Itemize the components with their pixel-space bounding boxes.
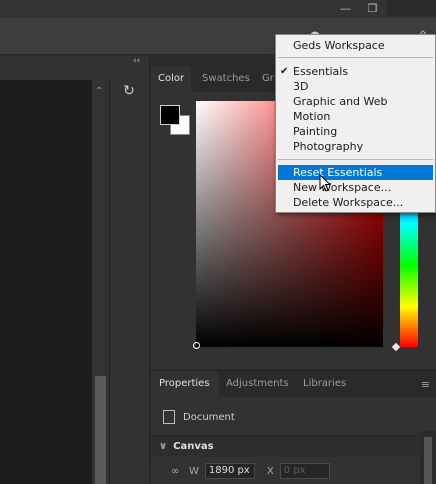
menu-item-new-workspace[interactable]: New Workspace... bbox=[276, 180, 435, 195]
x-field[interactable]: 0 px bbox=[279, 463, 330, 479]
menu-item-painting[interactable]: Painting bbox=[276, 124, 435, 139]
mouse-cursor-icon bbox=[319, 174, 332, 192]
document-label: Document bbox=[183, 411, 235, 423]
menu-item-graphic-and-web[interactable]: Graphic and Web bbox=[276, 94, 435, 109]
properties-scrollbar[interactable] bbox=[420, 431, 436, 484]
menu-item-3d[interactable]: 3D bbox=[276, 79, 435, 94]
properties-scrollbar-thumb[interactable] bbox=[424, 437, 432, 484]
color-picker-marker[interactable] bbox=[193, 342, 200, 349]
collapsed-panel-column bbox=[110, 56, 150, 484]
menu-item-delete-workspace[interactable]: Delete Workspace... bbox=[276, 195, 435, 210]
menu-separator bbox=[278, 159, 433, 160]
tab-adjustments[interactable]: Adjustments bbox=[218, 371, 297, 397]
menu-item-label: Essentials bbox=[293, 65, 349, 78]
canvas-vertical-scrollbar[interactable]: ⌃ bbox=[92, 80, 109, 484]
document-row: Document bbox=[163, 407, 235, 427]
properties-panel: Properties Adjustments Libraries ≡ Docum… bbox=[151, 370, 436, 484]
canvas-size-row: ∞ W 1890 px X 0 px bbox=[171, 463, 330, 479]
scroll-up-icon[interactable]: ⌃ bbox=[95, 86, 103, 97]
hue-slider-handle[interactable] bbox=[391, 342, 401, 352]
close-button-area[interactable] bbox=[387, 0, 436, 16]
document-canvas[interactable] bbox=[0, 80, 92, 484]
link-icon[interactable]: ∞ bbox=[171, 466, 183, 477]
tab-color[interactable]: Color bbox=[151, 66, 192, 92]
tab-properties[interactable]: Properties bbox=[151, 371, 218, 397]
menu-item-photography[interactable]: Photography bbox=[276, 139, 435, 154]
document-tab-bar bbox=[0, 56, 110, 80]
document-icon bbox=[163, 410, 175, 424]
tab-libraries[interactable]: Libraries bbox=[295, 371, 354, 397]
minimize-icon[interactable]: — bbox=[333, 0, 358, 16]
canvas-section-header[interactable]: ∨ Canvas bbox=[151, 435, 436, 457]
title-bar: — ❐ bbox=[0, 0, 436, 18]
checkmark-icon: ✔ bbox=[280, 66, 289, 77]
history-panel-icon[interactable]: ↻ bbox=[118, 80, 140, 102]
restore-icon[interactable]: ❐ bbox=[360, 0, 385, 16]
scrollbar-thumb[interactable] bbox=[95, 376, 106, 484]
menu-item-essentials[interactable]: ✔ Essentials bbox=[276, 64, 435, 79]
menu-item-motion[interactable]: Motion bbox=[276, 109, 435, 124]
workspace-menu: Geds Workspace ✔ Essentials 3D Graphic a… bbox=[275, 34, 436, 213]
properties-panel-tabs: Properties Adjustments Libraries ≡ bbox=[151, 371, 436, 397]
menu-item-geds-workspace[interactable]: Geds Workspace bbox=[276, 38, 435, 53]
chevron-down-icon[interactable]: ∨ bbox=[159, 441, 167, 452]
width-field[interactable]: 1890 px bbox=[204, 463, 255, 479]
collapse-panels-icon[interactable]: ‹‹ bbox=[133, 56, 140, 66]
foreground-color-swatch[interactable] bbox=[160, 105, 180, 125]
menu-separator bbox=[278, 57, 433, 58]
tab-swatches[interactable]: Swatches bbox=[195, 66, 257, 92]
section-title: Canvas bbox=[173, 441, 214, 452]
document-canvas-area: ⌃ bbox=[0, 56, 110, 484]
panel-menu-icon[interactable]: ≡ bbox=[421, 378, 430, 391]
menu-item-reset-essentials[interactable]: Reset Essentials bbox=[278, 165, 433, 180]
width-label: W bbox=[189, 465, 199, 477]
x-label: X bbox=[266, 465, 274, 477]
